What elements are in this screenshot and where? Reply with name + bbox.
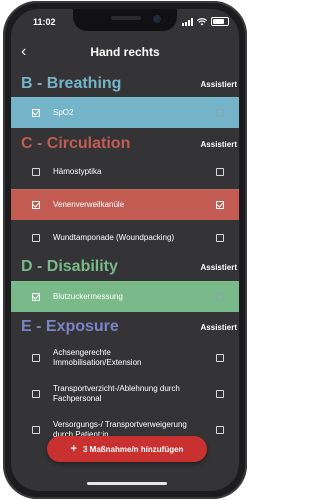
list-item[interactable]: Hämostyptika xyxy=(11,157,239,187)
section-status: Assistiert xyxy=(200,80,237,89)
item-label: Blutzuckermessung xyxy=(53,292,123,301)
plus-icon: + xyxy=(70,443,77,455)
home-indicator xyxy=(87,482,167,485)
list-item[interactable]: Transportverzicht-/Ablehnung durch Fachp… xyxy=(11,377,239,411)
phone-frame: 11:02 Hand rechts ‹ B - Breathing Assist… xyxy=(3,1,247,499)
item-label: Achsengerechte Immobilisation/Extension xyxy=(53,348,142,367)
assist-checkbox[interactable] xyxy=(216,168,224,176)
battery-icon xyxy=(211,17,229,26)
add-measures-label: 3 Maßnahme/n hinzufügen xyxy=(82,444,184,454)
back-icon[interactable]: ‹ xyxy=(21,42,26,62)
item-label: Venenverweilkanüle xyxy=(53,200,125,209)
item-label: SpO2 xyxy=(53,108,74,117)
page-title: Hand rechts xyxy=(90,45,160,59)
section-title: E - Exposure xyxy=(21,318,119,335)
assist-checkbox[interactable] xyxy=(216,354,224,362)
item-label: Hämostyptika xyxy=(53,167,102,176)
item-label: Transportverzicht-/Ablehnung durch Fachp… xyxy=(53,384,180,403)
section-header-disability: D - Disability Assistiert xyxy=(11,256,239,280)
list-item[interactable]: Blutzuckermessung xyxy=(11,281,239,312)
assist-checkbox[interactable] xyxy=(216,201,224,209)
checkbox[interactable] xyxy=(32,390,40,398)
checkbox[interactable] xyxy=(32,201,40,209)
checkbox[interactable] xyxy=(32,234,40,242)
section-status: Assistiert xyxy=(200,263,237,272)
assist-checkbox[interactable] xyxy=(216,426,224,434)
signal-icon xyxy=(182,17,193,26)
list-item[interactable]: SpO2 xyxy=(11,97,239,128)
item-label: Wundtamponade (Woundpacking) xyxy=(53,233,175,242)
section-header-circulation: C - Circulation Assistiert xyxy=(11,133,239,157)
section-header-breathing: B - Breathing Assistiert xyxy=(11,73,239,97)
checkbox[interactable] xyxy=(32,426,40,434)
status-icons xyxy=(182,17,229,26)
checkbox[interactable] xyxy=(32,109,40,117)
section-title: D - Disability xyxy=(21,258,118,275)
section-status: Assistiert xyxy=(200,323,237,332)
section-title: B - Breathing xyxy=(21,75,122,92)
assist-checkbox[interactable] xyxy=(216,109,224,117)
status-bar: 11:02 xyxy=(11,17,239,33)
section-status: Assistiert xyxy=(200,140,237,149)
assist-checkbox[interactable] xyxy=(216,234,224,242)
checkbox[interactable] xyxy=(32,293,40,301)
section-header-exposure: E - Exposure Assistiert xyxy=(11,316,239,340)
list-item[interactable]: Achsengerechte Immobilisation/Extension xyxy=(11,341,239,375)
add-measures-button[interactable]: + 3 Maßnahme/n hinzufügen xyxy=(47,436,207,462)
status-time: 11:02 xyxy=(33,17,56,27)
section-title: C - Circulation xyxy=(21,135,131,152)
assist-checkbox[interactable] xyxy=(216,390,224,398)
list-item[interactable]: Wundtamponade (Woundpacking) xyxy=(11,221,239,255)
checkbox[interactable] xyxy=(32,168,40,176)
assist-checkbox[interactable] xyxy=(216,293,224,301)
list-item[interactable]: Venenverweilkanüle xyxy=(11,189,239,220)
wifi-icon xyxy=(197,17,207,25)
checkbox[interactable] xyxy=(32,354,40,362)
app-screen: 11:02 Hand rechts ‹ B - Breathing Assist… xyxy=(11,9,239,491)
nav-header: Hand rechts ‹ xyxy=(11,42,239,64)
